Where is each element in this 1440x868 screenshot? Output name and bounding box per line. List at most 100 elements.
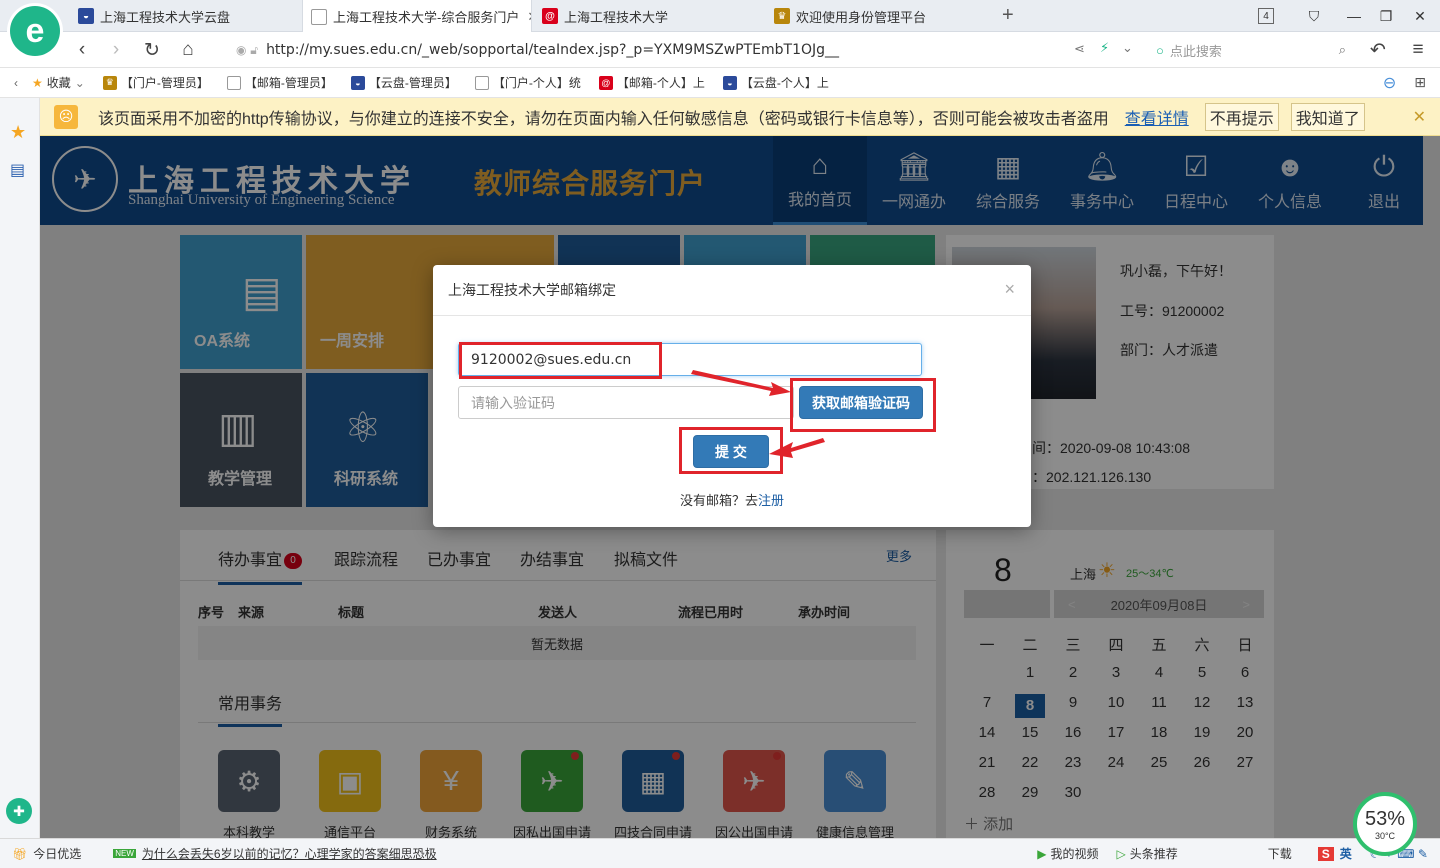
weather-percent: 53% — [1364, 807, 1406, 830]
register-link[interactable]: 注册 — [758, 493, 784, 508]
search-box[interactable]: ○ 点此搜索 ⌕ — [1156, 38, 1346, 62]
ime-label: 英 — [1339, 847, 1352, 861]
today-label: 今日优选 — [33, 847, 82, 861]
tab-label: 欢迎使用身份管理平台 — [796, 9, 927, 25]
insecure-lock-icon: ◉ 🔓︎ — [236, 42, 259, 57]
got-it-button[interactable]: 我知道了 — [1290, 102, 1365, 131]
mail-favicon-icon: @ — [598, 75, 613, 90]
close-tab-icon[interactable]: ✕ — [519, 9, 531, 25]
close-icon[interactable]: ✕ — [1413, 107, 1426, 127]
details-link[interactable]: 查看详情 — [1125, 105, 1189, 129]
email-bind-modal: 上海工程技术大学邮箱绑定 × 9120002@sues.edu.cn 请输入验证… — [433, 265, 1031, 527]
favorite-label: 【门户-个人】统 — [492, 76, 581, 90]
tab-label: 上海工程技术大学 — [564, 9, 669, 25]
share-icon[interactable]: ⋖ — [1074, 41, 1085, 57]
minimize-icon[interactable]: — — [1342, 4, 1366, 28]
news-ticker[interactable]: NEW 为什么会丢失6岁以前的记忆？心理学家的答案细思恐极 — [113, 845, 437, 862]
page-favicon-icon — [474, 75, 489, 90]
ime-indicator[interactable]: S英 — [1317, 845, 1352, 862]
annotation-box — [459, 342, 662, 379]
modal-title: 上海工程技术大学邮箱绑定 — [448, 282, 616, 298]
headline-label: 头条推荐 — [1129, 847, 1178, 861]
sogou-icon: S — [1317, 846, 1334, 861]
browser-tab-identity[interactable]: ♛ 欢迎使用身份管理平台 — [766, 0, 996, 32]
undo-icon[interactable]: ↶ — [1366, 38, 1390, 62]
cloud-favicon-icon: ◒ — [350, 75, 365, 90]
star-icon[interactable]: ★ — [10, 122, 26, 143]
page-favicon-icon — [311, 8, 327, 25]
new-tab-button[interactable]: + — [1002, 4, 1014, 27]
favorite-label: 【门户-管理员】 — [120, 76, 209, 90]
favorite-label: 【云盘-管理员】 — [368, 76, 457, 90]
browser-status-bar: 🎁︎ 今日优选 NEW 为什么会丢失6岁以前的记忆？心理学家的答案细思恐极 ▶ 我的视… — [0, 838, 1440, 868]
favorite-label: 【云盘-个人】上 — [740, 76, 829, 90]
no-remind-button[interactable]: 不再提示 — [1204, 102, 1279, 131]
page-favicon-icon — [226, 75, 241, 90]
chevron-down-icon: ⌄ — [74, 75, 85, 90]
forward-icon[interactable]: › — [104, 38, 128, 62]
shirt-skin-icon[interactable]: ⛉ — [1302, 4, 1326, 28]
annotation-arrows — [691, 370, 825, 458]
reload-icon[interactable]: ↻ — [140, 38, 164, 62]
download[interactable]: 下载 — [1268, 845, 1292, 862]
my-video[interactable]: ▶ 我的视频 — [1037, 845, 1098, 862]
download-label: 下载 — [1267, 847, 1292, 861]
plugin-icon[interactable]: ✚ — [6, 798, 32, 824]
play-icon: ▶ — [1037, 846, 1047, 861]
menu-icon[interactable]: ≡ — [1406, 38, 1430, 62]
new-badge: NEW — [113, 849, 136, 858]
browser-tab-portal[interactable]: 上海工程技术大学-综合服务门户 ✕ — [302, 0, 532, 33]
back-icon[interactable]: ‹ — [70, 38, 94, 62]
browser-logo-icon[interactable]: e — [10, 6, 60, 56]
browser-tab-sues[interactable]: @ 上海工程技术大学 — [534, 0, 764, 32]
cloud-favicon-icon: ◒ — [78, 8, 94, 24]
search-engine-icon: ○ — [1156, 42, 1164, 58]
headline[interactable]: ▷ 头条推荐 — [1117, 845, 1178, 862]
tab-label: 上海工程技术大学云盘 — [100, 9, 231, 25]
favorite-item[interactable]: 【邮箱-管理员】 — [226, 74, 333, 91]
browser-tab-yunpan[interactable]: ◒ 上海工程技术大学云盘 — [70, 0, 300, 32]
warning-face-icon: ☹ — [54, 104, 78, 129]
weather-widget[interactable]: 53% 30°C — [1353, 792, 1417, 856]
favorite-item[interactable]: @ 【邮箱-个人】上 — [598, 74, 705, 91]
browser-tab-bar: ◒ 上海工程技术大学云盘 上海工程技术大学-综合服务门户 ✕ @ 上海工程技术大… — [0, 0, 1440, 33]
favorites-label: 收藏 — [46, 76, 71, 90]
search-placeholder: 点此搜索 — [1169, 43, 1222, 59]
star-icon: ★ — [32, 75, 43, 90]
mail-favicon-icon: @ — [542, 8, 558, 24]
favorites-bar: ‹ ★ 收藏 ⌄ ♛ 【门户-管理员】 【邮箱-管理员】 ◒ 【云盘-管理员】 【门… — [0, 68, 1440, 98]
identity-favicon-icon: ♛ — [102, 75, 117, 90]
favorite-item[interactable]: ◒ 【云盘-个人】上 — [722, 74, 829, 91]
today-pick[interactable]: 🎁︎ 今日优选 — [12, 845, 81, 862]
security-warning-bar: ☹ 该页面采用不加密的http传输协议，与你建立的连接不安全，请勿在页面内输入任… — [40, 98, 1440, 136]
search-icon[interactable]: ⌕ — [1339, 42, 1346, 58]
minus-circle-icon[interactable]: ⊖ — [1383, 73, 1396, 93]
chevron-down-icon[interactable]: ⌄ — [1122, 40, 1133, 56]
register-hint: 没有邮箱？去注册 — [433, 490, 1031, 509]
warning-text: 该页面采用不加密的http传输协议，与你建立的连接不安全，请勿在页面内输入任何敏… — [98, 110, 1109, 128]
close-icon[interactable]: × — [1004, 279, 1015, 300]
word-doc-icon[interactable]: ▤ — [10, 160, 25, 180]
home-icon[interactable]: ⌂ — [176, 38, 200, 62]
video-label: 我的视频 — [1050, 847, 1099, 861]
favorite-item[interactable]: ♛ 【门户-管理员】 — [102, 74, 209, 91]
favorites-button[interactable]: ★ 收藏 ⌄ — [32, 74, 85, 91]
weather-temp-small: 30°C — [1374, 830, 1396, 841]
apps-grid-icon[interactable]: ⊞ — [1414, 74, 1426, 91]
favorite-item[interactable]: ◒ 【云盘-管理员】 — [350, 74, 457, 91]
identity-favicon-icon: ♛ — [774, 8, 790, 24]
favorite-label: 【邮箱-个人】上 — [616, 76, 705, 90]
tab-label: 上海工程技术大学-综合服务门户 — [333, 10, 520, 25]
close-window-icon[interactable]: ✕ — [1408, 4, 1432, 28]
tab-counter[interactable]: 4 — [1258, 8, 1274, 24]
favbar-toggle-icon[interactable]: ‹ — [14, 76, 18, 90]
favorite-item[interactable]: 【门户-个人】统 — [474, 74, 581, 91]
gift-icon: 🎁︎ — [12, 846, 28, 861]
restore-icon[interactable]: ❐ — [1374, 4, 1398, 28]
favorite-label: 【邮箱-管理员】 — [244, 76, 333, 90]
cloud-favicon-icon: ◒ — [722, 75, 737, 90]
browser-navbar: ‹ › ↻ ⌂ ◉ 🔓︎ http://my.sues.edu.cn/_web/… — [0, 32, 1440, 68]
lightning-icon[interactable]: ⚡ — [1100, 40, 1109, 56]
news-text: 为什么会丢失6岁以前的记忆？心理学家的答案细思恐极 — [141, 847, 437, 861]
url-text: http://my.sues.edu.cn/_web/sopportal/tea… — [266, 42, 840, 58]
